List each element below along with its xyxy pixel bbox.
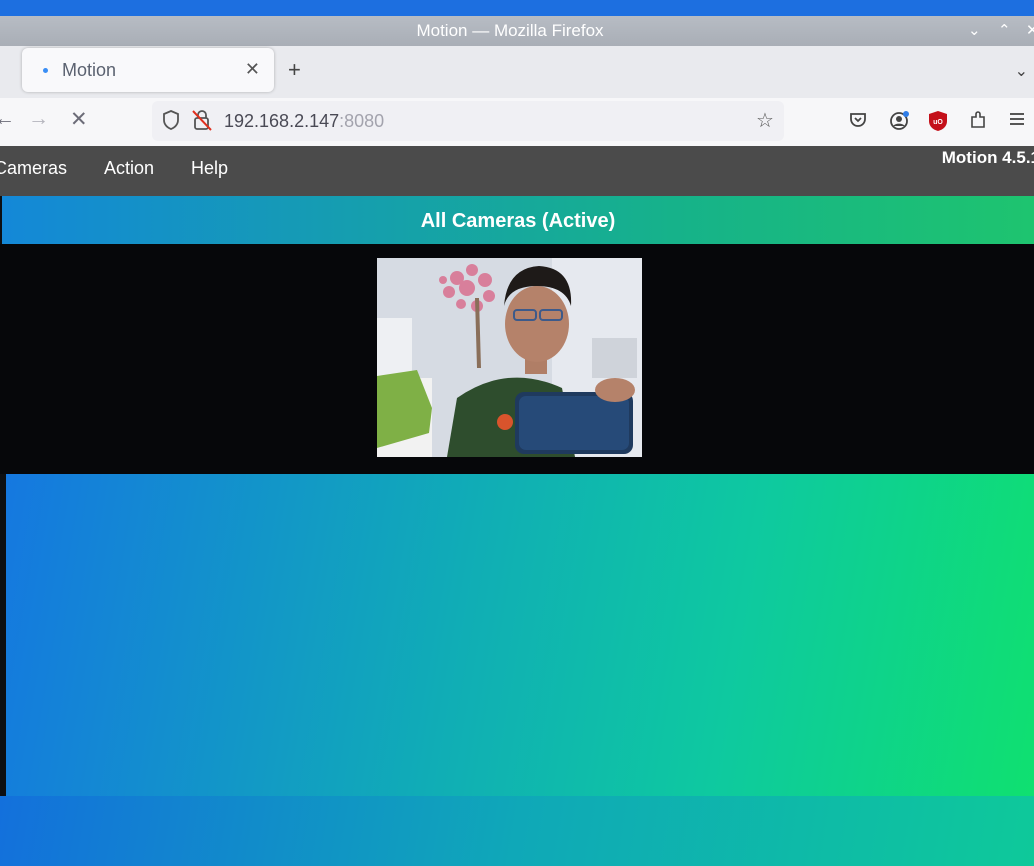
window-titlebar[interactable]: Motion — Mozilla Firefox ⌄ ⌃ ✕	[0, 16, 1034, 46]
url-text: 192.168.2.147:8080	[224, 111, 384, 132]
motion-menu-bar: Cameras Action Help Motion 4.5.1	[0, 146, 1034, 196]
address-bar[interactable]: 192.168.2.147:8080 ☆	[152, 101, 784, 141]
camera-image	[377, 258, 642, 457]
ublock-origin-icon[interactable]: uO	[928, 110, 948, 137]
menu-cameras[interactable]: Cameras	[0, 158, 67, 179]
url-port: :8080	[339, 111, 385, 131]
navigation-toolbar: ← → ✕ 192.168.2.147:8080 ☆ uO	[0, 98, 1034, 147]
menu-action[interactable]: Action	[104, 158, 154, 179]
account-icon[interactable]	[888, 110, 910, 137]
menu-help[interactable]: Help	[191, 158, 228, 179]
maximize-icon[interactable]: ⌃	[998, 21, 1011, 39]
url-host: 192.168.2.147	[224, 111, 340, 131]
tab-motion[interactable]: Motion ✕	[22, 48, 274, 92]
shield-icon[interactable]	[162, 109, 180, 136]
camera-area	[0, 244, 1034, 474]
tab-loading-icon	[43, 68, 48, 73]
page-footer	[0, 796, 1034, 866]
back-icon[interactable]: ←	[0, 107, 15, 131]
tab-strip: Motion ✕ + ⌄	[0, 46, 1034, 98]
window-title: Motion — Mozilla Firefox	[416, 21, 604, 40]
page-header: All Cameras (Active)	[2, 196, 1034, 244]
pocket-icon[interactable]	[848, 110, 868, 135]
app-menu-icon[interactable]	[1008, 110, 1026, 133]
forward-icon[interactable]: →	[28, 107, 49, 131]
close-window-icon[interactable]: ✕	[1026, 21, 1034, 39]
desktop-top-strip	[0, 0, 1034, 16]
page-body	[6, 474, 1034, 796]
stop-loading-icon[interactable]: ✕	[70, 107, 88, 132]
svg-text:uO: uO	[933, 119, 943, 126]
tab-label: Motion	[62, 60, 117, 80]
camera-stream[interactable]	[377, 258, 642, 457]
extensions-icon[interactable]	[968, 110, 988, 135]
version-label: Motion 4.5.1	[941, 148, 1034, 167]
list-tabs-icon[interactable]: ⌄	[1015, 61, 1028, 81]
minimize-icon[interactable]: ⌄	[968, 21, 981, 39]
bookmark-star-icon[interactable]: ☆	[756, 108, 774, 133]
insecure-lock-icon[interactable]	[192, 109, 212, 136]
close-tab-icon[interactable]: ✕	[245, 59, 260, 80]
new-tab-icon[interactable]: +	[288, 57, 301, 83]
